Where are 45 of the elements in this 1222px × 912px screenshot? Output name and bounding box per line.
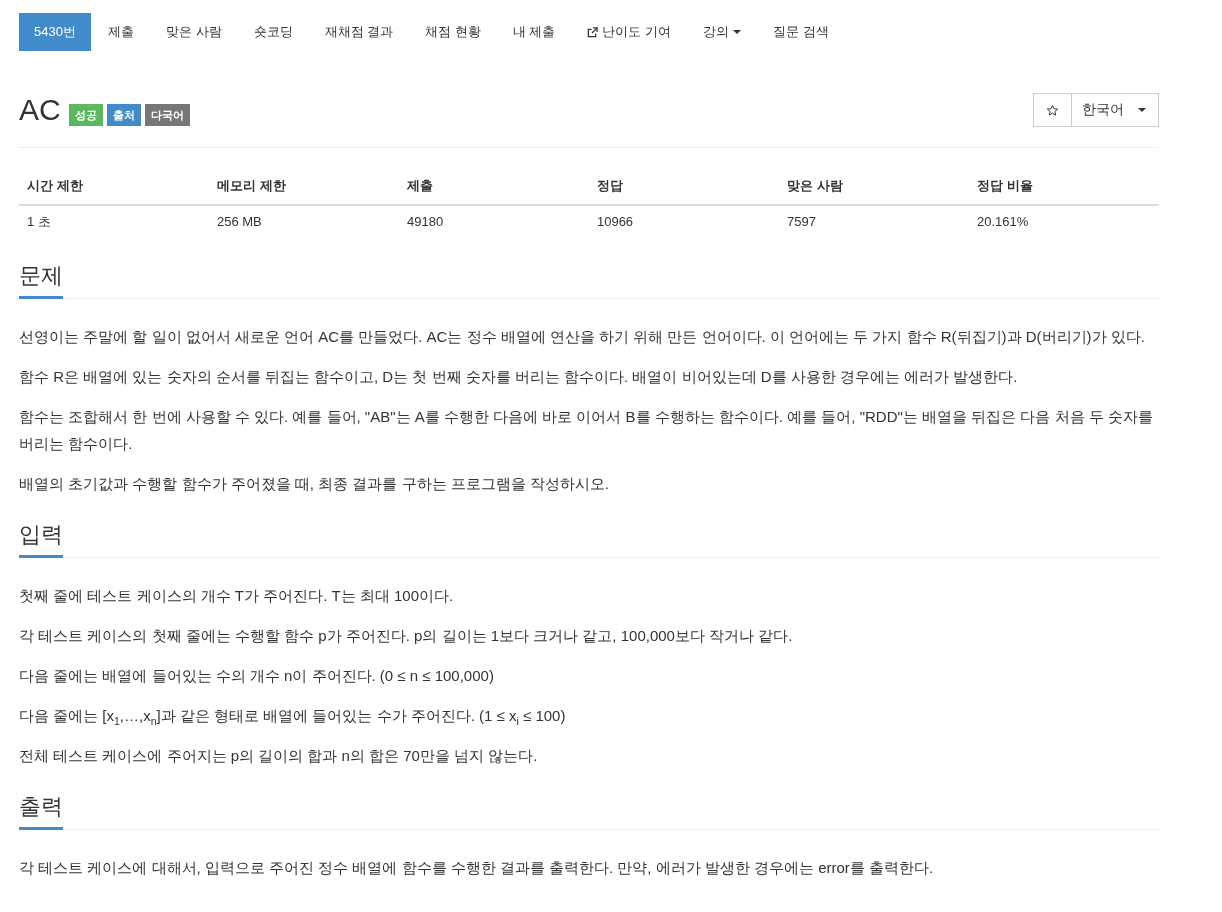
nav-tab[interactable]: 채점 현황 bbox=[410, 13, 496, 51]
table-header: 메모리 제한 bbox=[209, 168, 399, 205]
table-cell: 256 MB bbox=[209, 205, 399, 238]
nav-tab[interactable]: 난이도 기여 bbox=[572, 13, 687, 51]
problem-tag: 다국어 bbox=[144, 104, 190, 126]
problem-text: 함수는 조합해서 한 번에 사용할 수 있다. 예를 들어, "AB"는 A를 수행한 다음에 바로 이어서 B를 수행하는 함수이다. 예를 들어, "RDD"는 배열을 뒤집은 다음 처음 두 숫자를 버리는 함수이다. bbox=[19, 407, 1154, 454]
problem-title: AC bbox=[19, 92, 61, 128]
table-cell: 49180 bbox=[398, 205, 589, 238]
star-icon bbox=[1046, 103, 1059, 117]
problem-text: 배열의 초기값과 수행할 함수가 주어졌을 때, 최종 결과를 구하는 프로그램을 작성하시오. bbox=[19, 474, 610, 494]
table-cell: 7597 bbox=[778, 205, 969, 238]
nav-tab[interactable]: 내 제출 bbox=[497, 13, 571, 51]
table-header: 제출 bbox=[398, 168, 589, 205]
table-header: 정답 bbox=[588, 168, 779, 205]
problem-text: 다음 줄에는 배열에 들어있는 수의 개수 n이 주어진다. (0 ≤ n ≤ 100,000) bbox=[19, 666, 495, 686]
problem-text: 각 테스트 케이스의 첫째 줄에는 수행할 함수 p가 주어진다. p의 길이는 1보다 크거나 같고, 100,000보다 작거나 같다. bbox=[19, 626, 794, 646]
caret-icon bbox=[1138, 108, 1146, 112]
section-title: 출력 bbox=[19, 792, 63, 830]
nav-tab[interactable]: 강의 bbox=[688, 13, 757, 51]
nav-tab[interactable]: 맞은 사람 bbox=[150, 13, 237, 51]
problem-text: 첫째 줄에 테스트 케이스의 개수 T가 주어진다. T는 최대 100이다. bbox=[19, 586, 455, 606]
language-dropdown[interactable]: 한국어 bbox=[1071, 93, 1159, 127]
nav-tab[interactable]: 숏코딩 bbox=[238, 13, 308, 51]
section-title: 문제 bbox=[19, 261, 63, 299]
external-link-icon bbox=[587, 26, 599, 38]
table-header: 맞은 사람 bbox=[778, 168, 969, 205]
nav-tab[interactable]: 5430번 bbox=[19, 13, 91, 51]
table-cell: 20.161% bbox=[968, 205, 1159, 238]
problem-tag: 성공 bbox=[68, 104, 103, 126]
caret-icon bbox=[733, 30, 742, 34]
problem-tag: 출처 bbox=[106, 104, 141, 126]
nav-tab[interactable]: 재채점 결과 bbox=[309, 13, 409, 51]
table-header: 시간 제한 bbox=[19, 168, 209, 205]
table-cell: 1 초 bbox=[19, 205, 209, 238]
table-header: 정답 비율 bbox=[968, 168, 1159, 205]
problem-text: 함수 R은 배열에 있는 숫자의 순서를 뒤집는 함수이고, D는 첫 번째 숫자를 버리는 함수이다. 배열이 비어있는데 D를 사용한 경우에는 에러가 발생한다. bbox=[19, 367, 1019, 387]
problem-text: 전체 테스트 케이스에 주어지는 p의 길이의 합과 n의 합은 70만을 넘지 않는다. bbox=[19, 746, 539, 766]
favorite-button[interactable] bbox=[1033, 93, 1072, 127]
table-cell: 10966 bbox=[588, 205, 779, 238]
problem-text: 다음 줄에는 [x$_{1}$,…,x$_{n}$]과 같은 형태로 배열에 들어있는 수가 주어진다. (1 ≤ x$_{i}$ ≤ 100) bbox=[19, 706, 567, 729]
nav-tab[interactable]: 제출 bbox=[92, 13, 149, 51]
problem-text: 선영이는 주말에 할 일이 없어서 새로운 언어 AC를 만들었다. AC는 정수 배열에 연산을 하기 위해 만든 언어이다. 이 언어에는 두 가지 함수 R(뒤집기)과 D(버리기)가 있다. bbox=[19, 327, 1146, 347]
nav-tab[interactable]: 질문 검색 bbox=[758, 13, 844, 51]
problem-text: 각 테스트 케이스에 대해서, 입력으로 주어진 정수 배열에 함수를 수행한 결과를 출력한다. 만약, 에러가 발생한 경우에는 error를 출력한다. bbox=[19, 858, 935, 878]
section-title: 입력 bbox=[19, 520, 63, 558]
